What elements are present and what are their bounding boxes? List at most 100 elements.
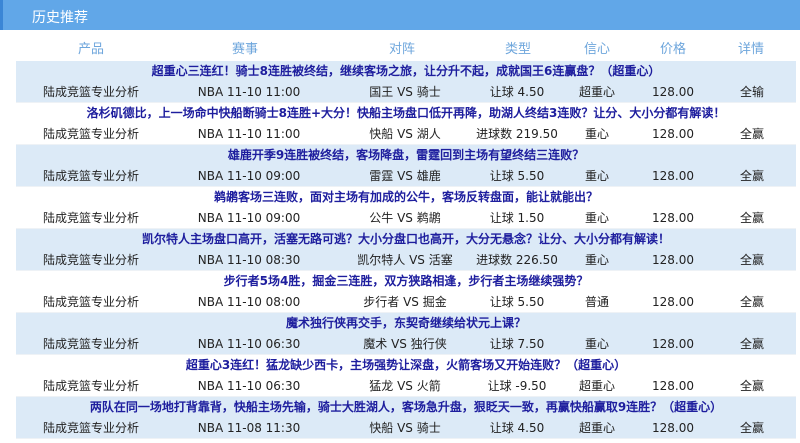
recommend-title-link[interactable]: 凯尔特人主场盘口高开，活塞无路可逃？大小分盘口也高开，大分无悬念？让分、大小分都… (16, 229, 796, 250)
type-cell: 让球 5.50 (489, 295, 545, 309)
result-link[interactable]: 全赢 (740, 334, 764, 355)
list-item[interactable]: 雄鹿开季9连胜被终结，客场降盘，雷霆回到主场有望终结三连败？ 陆成竞篮专业分析 NB… (16, 145, 796, 187)
type-cell: 让球 4.50 (489, 85, 545, 99)
product-cell: 陆成竞篮专业分析 (42, 421, 140, 435)
price-cell: 128.00 (652, 337, 694, 351)
table-row: 陆成竞篮专业分析 NBA 11-10 09:00 公牛 VS 鹈鹕 让球 1.50 重心… (16, 208, 796, 229)
product-cell: 陆成竞篮专业分析 (42, 379, 140, 393)
product-cell: 陆成竞篮专业分析 (42, 127, 140, 141)
history-recommend-page: 历史推荐 产品 赛事 对阵 类型 信心 价格 详情 超重心三连红！骑士8连胜被终… (0, 0, 800, 443)
table-row: 陆成竞篮专业分析 NBA 11-10 11:00 快船 VS 湖人 进球数 219.5… (16, 124, 796, 145)
match-cell: NBA 11-10 11:00 (197, 85, 301, 99)
recommend-title-link[interactable]: 雄鹿开季9连胜被终结，客场降盘，雷霆回到主场有望终结三连败？ (16, 145, 796, 166)
match-cell: NBA 11-10 11:00 (197, 127, 301, 141)
match-cell: NBA 11-10 08:30 (197, 253, 301, 267)
list-item[interactable]: 超重心3连红！猛龙缺少西卡，主场强势让深盘，火箭客场又开始连败？（超重心） 陆成竞… (16, 355, 796, 397)
column-detail: 详情 (737, 42, 765, 57)
recommend-title-link[interactable]: 鹈鹕客场三连败，面对主场有加成的公牛，客场反转盘面，能让就能出？ (16, 187, 796, 208)
product-cell: 陆成竞篮专业分析 (42, 253, 140, 267)
result-link[interactable]: 全赢 (740, 166, 764, 187)
type-cell: 让球 1.50 (489, 211, 545, 225)
confidence-cell: 重心 (584, 253, 610, 267)
type-cell: 让球 4.50 (489, 421, 545, 435)
confidence-cell: 重心 (584, 127, 610, 141)
match-cell: NBA 11-10 09:00 (197, 211, 301, 225)
list-item[interactable]: 超重心三连红！骑士8连胜被终结，继续客场之旅，让分升不起，成就国王6连赢盘？（超… (16, 61, 796, 103)
column-matchup: 对阵 (388, 42, 416, 57)
recommend-title-link[interactable]: 洛杉矶德比，上一场命中快船断骑士8连胜+大分！快船主场盘口低开再降，助湖人终结3… (16, 103, 796, 124)
price-cell: 128.00 (652, 295, 694, 309)
result-link[interactable]: 全赢 (740, 124, 764, 145)
match-cell: NBA 11-10 09:00 (197, 169, 301, 183)
table-row: 陆成竞篮专业分析 NBA 11-10 08:30 凯尔特人 VS 活塞 进球数 226… (16, 250, 796, 271)
list-item[interactable]: 魔术独行侠再交手，东契奇继续给状元上课？ 陆成竞篮专业分析 NBA 11-10 06… (16, 313, 796, 355)
column-product: 产品 (77, 42, 105, 57)
product-cell: 陆成竞篮专业分析 (42, 85, 140, 99)
column-type: 类型 (504, 42, 532, 57)
recommend-title-link[interactable]: 超重心三连红！骑士8连胜被终结，继续客场之旅，让分升不起，成就国王6连赢盘？（超… (16, 61, 796, 82)
table-row: 陆成竞篮专业分析 NBA 11-10 11:00 国王 VS 骑士 让球 4.50 超重… (16, 82, 796, 103)
match-cell: NBA 11-10 06:30 (197, 337, 301, 351)
column-header-row: 产品 赛事 对阵 类型 信心 价格 详情 (0, 30, 800, 60)
matchup-cell: 雷霆 VS 雄鹿 (369, 169, 441, 183)
result-link[interactable]: 全赢 (740, 250, 764, 271)
list-item[interactable]: 洛杉矶德比，上一场命中快船断骑士8连胜+大分！快船主场盘口低开再降，助湖人终结3… (16, 103, 796, 145)
type-cell: 让球 7.50 (489, 337, 545, 351)
confidence-cell: 重心 (584, 211, 610, 225)
confidence-cell: 超重心 (578, 421, 616, 435)
list-item[interactable]: 步行者5场4胜，掘金三连胜，双方狭路相逢，步行者主场继续强势？ 陆成竞篮专业分析 N… (16, 271, 796, 313)
matchup-cell: 快船 VS 湖人 (369, 127, 441, 141)
price-cell: 128.00 (652, 253, 694, 267)
recommend-title-link[interactable]: 超重心3连红！猛龙缺少西卡，主场强势让深盘，火箭客场又开始连败？（超重心） (16, 355, 796, 376)
list-item[interactable]: 凯尔特人主场盘口高开，活塞无路可逃？大小分盘口也高开，大分无悬念？让分、大小分都… (16, 229, 796, 271)
confidence-cell: 普通 (584, 295, 610, 309)
result-link[interactable]: 全赢 (740, 418, 764, 439)
result-link[interactable]: 全赢 (740, 292, 764, 313)
list-item[interactable]: 两队在同一场地打背靠背，快船主场先输，骑士大胜湖人，客场急升盘，狠眨天一致，再赢… (16, 397, 796, 439)
header-accent-bar (0, 0, 3, 30)
table-row: 陆成竞篮专业分析 NBA 11-10 09:00 雷霆 VS 雄鹿 让球 5.50 重心… (16, 166, 796, 187)
matchup-cell: 国王 VS 骑士 (369, 85, 441, 99)
recommend-title-link[interactable]: 步行者5场4胜，掘金三连胜，双方狭路相逢，步行者主场继续强势？ (16, 271, 796, 292)
table-row: 陆成竞篮专业分析 NBA 11-10 06:30 猛龙 VS 火箭 让球 -9.50 超… (16, 376, 796, 397)
table-row: 陆成竞篮专业分析 NBA 11-08 11:30 快船 VS 骑士 让球 4.50 超重… (16, 418, 796, 439)
type-cell: 让球 5.50 (489, 169, 545, 183)
type-cell: 进球数 219.50 (476, 127, 558, 141)
section-title: 历史推荐 (32, 10, 88, 26)
result-link[interactable]: 全输 (740, 82, 764, 103)
column-match: 赛事 (231, 42, 259, 57)
row-divider (16, 438, 796, 439)
recommend-title-link[interactable]: 魔术独行侠再交手，东契奇继续给状元上课？ (16, 313, 796, 334)
confidence-cell: 重心 (584, 169, 610, 183)
matchup-cell: 猛龙 VS 火箭 (369, 379, 441, 393)
list-item[interactable]: 鹈鹕客场三连败，面对主场有加成的公牛，客场反转盘面，能让就能出？ 陆成竞篮专业分析… (16, 187, 796, 229)
price-cell: 128.00 (652, 421, 694, 435)
price-cell: 128.00 (652, 127, 694, 141)
matchup-cell: 公牛 VS 鹈鹕 (369, 211, 441, 225)
confidence-cell: 超重心 (578, 379, 616, 393)
type-cell: 进球数 226.50 (476, 253, 558, 267)
confidence-cell: 超重心 (578, 85, 616, 99)
price-cell: 128.00 (652, 211, 694, 225)
matchup-cell: 魔术 VS 独行侠 (363, 337, 447, 351)
product-cell: 陆成竞篮专业分析 (42, 295, 140, 309)
matchup-cell: 步行者 VS 掘金 (363, 295, 447, 309)
result-link[interactable]: 全赢 (740, 376, 764, 397)
table-row: 陆成竞篮专业分析 NBA 11-10 08:00 步行者 VS 掘金 让球 5.50 普… (16, 292, 796, 313)
recommend-list: 超重心三连红！骑士8连胜被终结，继续客场之旅，让分升不起，成就国王6连赢盘？（超… (16, 61, 796, 439)
recommend-title-link[interactable]: 两队在同一场地打背靠背，快船主场先输，骑士大胜湖人，客场急升盘，狠眨天一致，再赢… (16, 397, 796, 418)
match-cell: NBA 11-08 11:30 (197, 421, 301, 435)
product-cell: 陆成竞篮专业分析 (42, 337, 140, 351)
product-cell: 陆成竞篮专业分析 (42, 211, 140, 225)
price-cell: 128.00 (652, 169, 694, 183)
matchup-cell: 凯尔特人 VS 活塞 (357, 253, 453, 267)
type-cell: 让球 -9.50 (487, 379, 547, 393)
column-price: 价格 (659, 42, 687, 57)
match-cell: NBA 11-10 08:00 (197, 295, 301, 309)
match-cell: NBA 11-10 06:30 (197, 379, 301, 393)
result-link[interactable]: 全赢 (740, 208, 764, 229)
price-cell: 128.00 (652, 85, 694, 99)
confidence-cell: 重心 (584, 337, 610, 351)
matchup-cell: 快船 VS 骑士 (369, 421, 441, 435)
table-row: 陆成竞篮专业分析 NBA 11-10 06:30 魔术 VS 独行侠 让球 7.50 重… (16, 334, 796, 355)
